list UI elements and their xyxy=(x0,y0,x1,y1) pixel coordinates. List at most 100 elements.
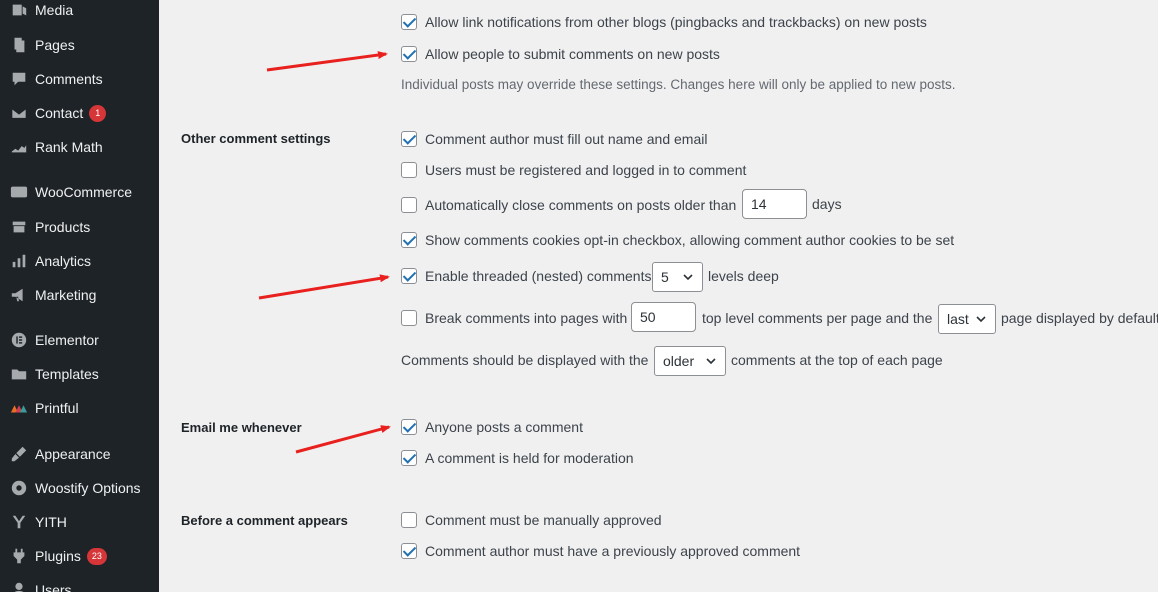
cookies-optin-option[interactable]: Show comments cookies opt-in checkbox, a… xyxy=(401,232,954,248)
sidebar-item-label: Comments xyxy=(35,71,103,87)
comment-order-select[interactable]: older xyxy=(654,346,726,376)
pingbacks-label: Allow link notifications from other blog… xyxy=(425,14,927,30)
sidebar-item-marketing[interactable]: Marketing xyxy=(0,280,159,310)
sidebar-item-label: Rank Math xyxy=(35,139,103,155)
sidebar-item-woocommerce[interactable]: WooCommerce xyxy=(0,177,159,207)
pingbacks-option[interactable]: Allow link notifications from other blog… xyxy=(401,14,927,30)
sidebar-item-woostify-options[interactable]: Woostify Options xyxy=(0,473,159,503)
plugins-update-badge: 23 xyxy=(86,547,107,565)
close-comments-days-input[interactable]: 14 xyxy=(742,189,807,219)
plugins-icon xyxy=(0,547,35,565)
held-moderation-label: A comment is held for moderation xyxy=(425,450,634,466)
sidebar-item-label: Media xyxy=(35,2,74,18)
appearance-icon xyxy=(0,445,35,463)
sidebar-item-label: Appearance xyxy=(35,446,111,462)
sidebar-item-plugins[interactable]: Plugins 23 xyxy=(0,541,159,571)
discussion-settings-content: Allow link notifications from other blog… xyxy=(159,0,1158,592)
users-icon xyxy=(0,581,35,592)
sidebar-item-label: Analytics xyxy=(35,253,92,269)
cookies-optin-label: Show comments cookies opt-in checkbox, a… xyxy=(425,232,955,248)
sidebar-item-yith[interactable]: YITH xyxy=(0,507,159,537)
marketing-icon xyxy=(0,286,35,304)
comment-order-prefix: Comments should be displayed with the xyxy=(401,352,649,368)
contact-icon xyxy=(0,104,35,122)
media-icon xyxy=(0,1,35,19)
sidebar-item-media[interactable]: Media xyxy=(0,0,159,25)
pages-icon xyxy=(0,36,35,54)
elementor-icon xyxy=(0,331,35,349)
sidebar-item-label: Templates xyxy=(35,366,99,382)
require-name-email-checkbox[interactable] xyxy=(401,131,417,147)
printful-icon xyxy=(0,399,35,417)
threaded-comments-option[interactable]: Enable threaded (nested) comments xyxy=(401,268,651,284)
sidebar-item-users[interactable]: Users xyxy=(0,575,159,592)
sidebar-item-elementor[interactable]: Elementor xyxy=(0,325,159,355)
allow-comments-checkbox[interactable] xyxy=(401,46,417,62)
per-page-text: top level comments per page and the xyxy=(702,310,933,326)
paged-comments-option[interactable]: Break comments into pages with xyxy=(401,310,627,326)
sidebar-item-rank-math[interactable]: Rank Math xyxy=(0,132,159,162)
before-comment-appears-heading: Before a comment appears xyxy=(181,513,348,528)
sidebar-item-analytics[interactable]: Analytics xyxy=(0,246,159,276)
allow-comments-option[interactable]: Allow people to submit comments on new p… xyxy=(401,46,720,62)
thread-depth-value: 5 xyxy=(661,269,669,285)
woocommerce-icon xyxy=(0,183,35,201)
auto-close-label: Automatically close comments on posts ol… xyxy=(425,197,737,213)
manual-approve-option[interactable]: Comment must be manually approved xyxy=(401,512,662,528)
sidebar-item-label: Plugins xyxy=(35,548,81,564)
chevron-down-icon xyxy=(976,316,986,323)
paged-comments-label: Break comments into pages with xyxy=(425,310,628,326)
auto-close-checkbox[interactable] xyxy=(401,197,417,213)
days-suffix: days xyxy=(812,196,842,212)
allow-comments-label: Allow people to submit comments on new p… xyxy=(425,46,720,62)
comments-icon xyxy=(0,70,35,88)
page-default-suffix: page displayed by default xyxy=(1001,310,1158,326)
templates-icon xyxy=(0,365,35,383)
prev-approved-checkbox[interactable] xyxy=(401,543,417,559)
registered-only-option[interactable]: Users must be registered and logged in t… xyxy=(401,162,746,178)
sidebar-item-label: WooCommerce xyxy=(35,184,132,200)
registered-only-checkbox[interactable] xyxy=(401,162,417,178)
sidebar-item-label: YITH xyxy=(35,514,67,530)
sidebar-item-label: Pages xyxy=(35,37,75,53)
sidebar-item-contact[interactable]: Contact 1 xyxy=(0,98,159,128)
manual-approve-checkbox[interactable] xyxy=(401,512,417,528)
sidebar-item-pages[interactable]: Pages xyxy=(0,30,159,60)
auto-close-option[interactable]: Automatically close comments on posts ol… xyxy=(401,197,736,213)
sidebar-item-label: Products xyxy=(35,219,91,235)
yith-icon xyxy=(0,513,35,531)
default-page-select[interactable]: last xyxy=(938,304,996,334)
require-name-email-label: Comment author must fill out name and em… xyxy=(425,131,708,147)
sidebar-item-templates[interactable]: Templates xyxy=(0,359,159,389)
thread-depth-select[interactable]: 5 xyxy=(652,262,703,292)
held-moderation-option[interactable]: A comment is held for moderation xyxy=(401,450,634,466)
anyone-posts-checkbox[interactable] xyxy=(401,419,417,435)
paged-comments-checkbox[interactable] xyxy=(401,310,417,326)
comment-order-value: older xyxy=(663,353,695,369)
sidebar-item-products[interactable]: Products xyxy=(0,212,159,242)
prev-approved-option[interactable]: Comment author must have a previously ap… xyxy=(401,543,800,559)
analytics-icon xyxy=(0,252,35,270)
cookies-optin-checkbox[interactable] xyxy=(401,232,417,248)
contact-count-badge: 1 xyxy=(89,104,107,122)
threaded-comments-label: Enable threaded (nested) comments xyxy=(425,268,652,284)
require-name-email-option[interactable]: Comment author must fill out name and em… xyxy=(401,131,707,147)
sidebar-item-label: Printful xyxy=(35,400,79,416)
levels-deep-suffix: levels deep xyxy=(708,268,779,284)
chevron-down-icon xyxy=(683,274,693,281)
comments-per-page-input[interactable]: 50 xyxy=(631,302,696,332)
other-comment-settings-heading: Other comment settings xyxy=(181,131,331,146)
sidebar-item-comments[interactable]: Comments xyxy=(0,64,159,94)
sidebar-item-label: Woostify Options xyxy=(35,480,141,496)
anyone-posts-option[interactable]: Anyone posts a comment xyxy=(401,419,583,435)
anyone-posts-label: Anyone posts a comment xyxy=(425,419,583,435)
sidebar-item-appearance[interactable]: Appearance xyxy=(0,439,159,469)
prev-approved-label: Comment author must have a previously ap… xyxy=(425,543,801,559)
settings-description: Individual posts may override these sett… xyxy=(401,77,956,92)
registered-only-label: Users must be registered and logged in t… xyxy=(425,162,747,178)
threaded-comments-checkbox[interactable] xyxy=(401,268,417,284)
pingbacks-checkbox[interactable] xyxy=(401,14,417,30)
sidebar-item-printful[interactable]: Printful xyxy=(0,393,159,423)
admin-sidebar: Media Pages Comments Contact 1 Rank Math… xyxy=(0,0,159,592)
held-moderation-checkbox[interactable] xyxy=(401,450,417,466)
